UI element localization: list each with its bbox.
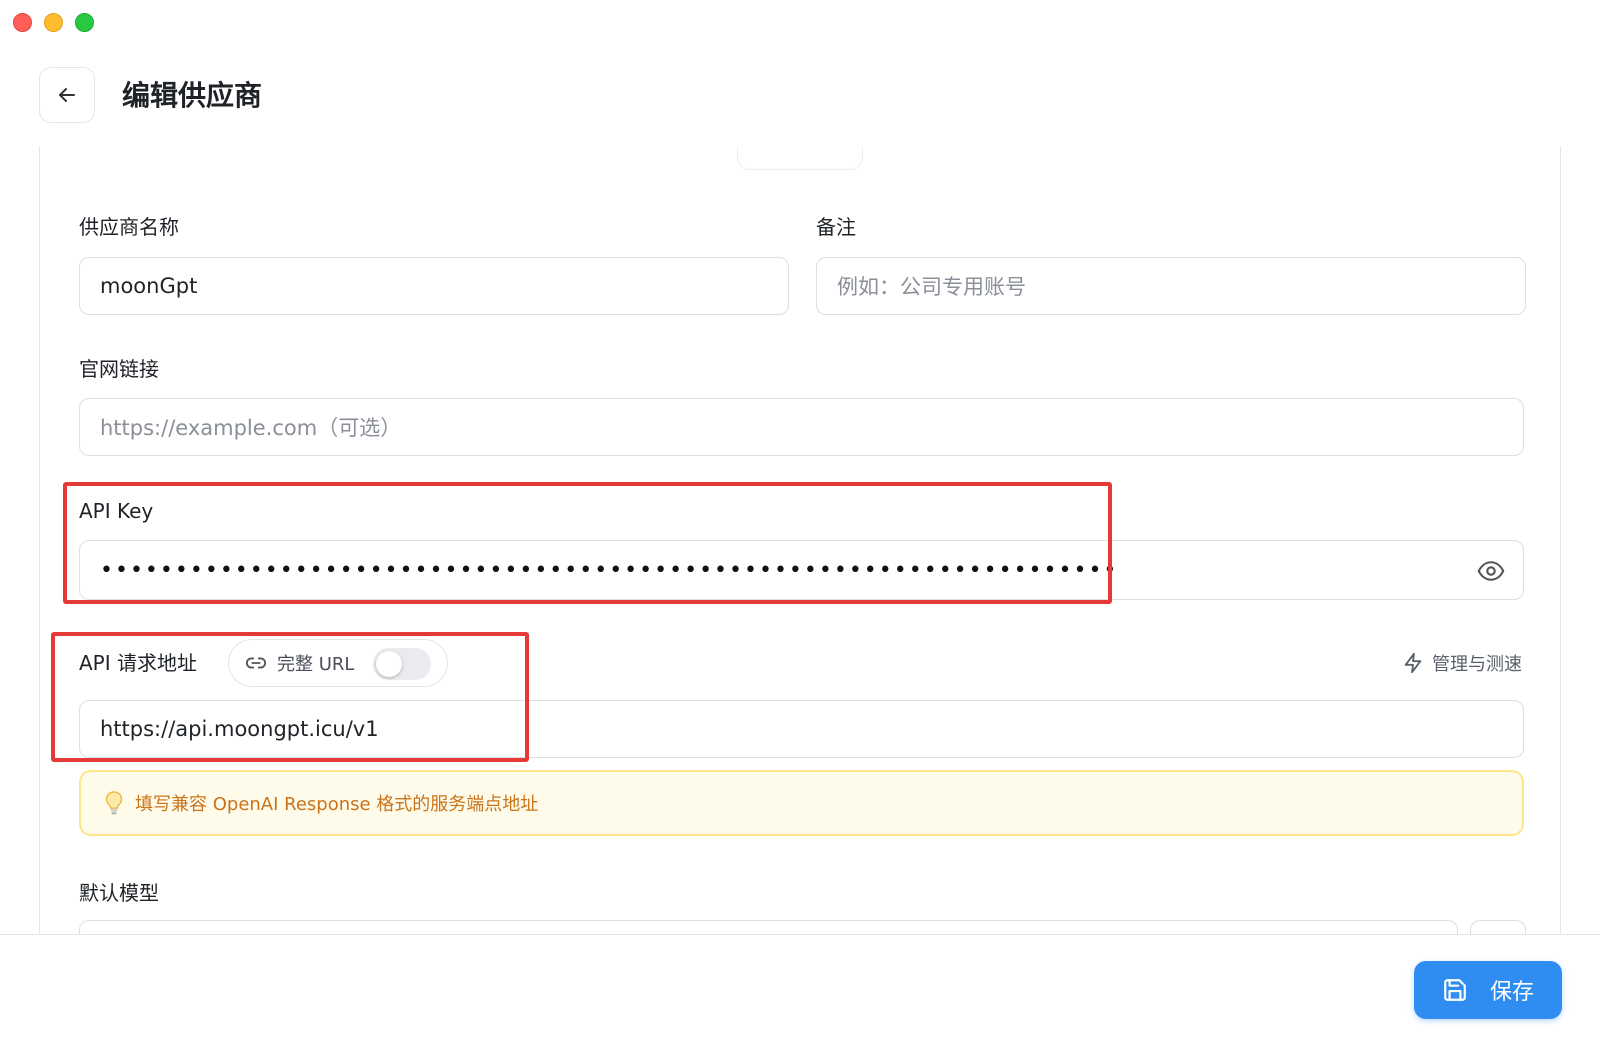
website-label: 官网链接 [79,357,159,381]
arrow-left-icon [59,88,75,102]
footer-bar: 保存 [0,934,1600,1042]
website-input[interactable]: https://example.com（可选） [79,398,1524,456]
zoom-window-button[interactable] [75,13,94,32]
page-title: 编辑供应商 [122,79,263,112]
eye-icon[interactable] [1477,557,1505,585]
manage-link-label: 管理与测速 [1432,654,1522,675]
back-button[interactable] [39,67,95,123]
provider-name-value: moonGpt [100,274,198,298]
close-window-button[interactable] [13,13,32,32]
api-key-highlight [63,482,1112,604]
minimize-window-button[interactable] [44,13,63,32]
manage-and-speedtest-link[interactable]: 管理与测速 [1402,650,1522,676]
hint-text: 填写兼容 OpenAI Response 格式的服务端点地址 [135,794,539,815]
window-controls [13,13,94,32]
api-url-hint: 填写兼容 OpenAI Response 格式的服务端点地址 [79,770,1524,836]
lightbulb-icon [105,791,123,815]
default-model-label: 默认模型 [79,881,159,905]
save-button-label: 保存 [1489,980,1534,1005]
notes-input[interactable]: 例如：公司专用账号 [816,257,1526,315]
provider-name-input[interactable]: moonGpt [79,257,789,315]
notes-placeholder: 例如：公司专用账号 [837,275,1026,299]
provider-name-label: 供应商名称 [79,215,179,239]
website-placeholder: https://example.com（可选） [100,416,402,440]
save-icon [1444,979,1466,1001]
save-button[interactable]: 保存 [1414,961,1562,1019]
panel-tab-stub [737,146,863,170]
lightning-icon [1404,652,1422,674]
notes-label: 备注 [816,215,856,239]
api-url-highlight [51,632,529,762]
